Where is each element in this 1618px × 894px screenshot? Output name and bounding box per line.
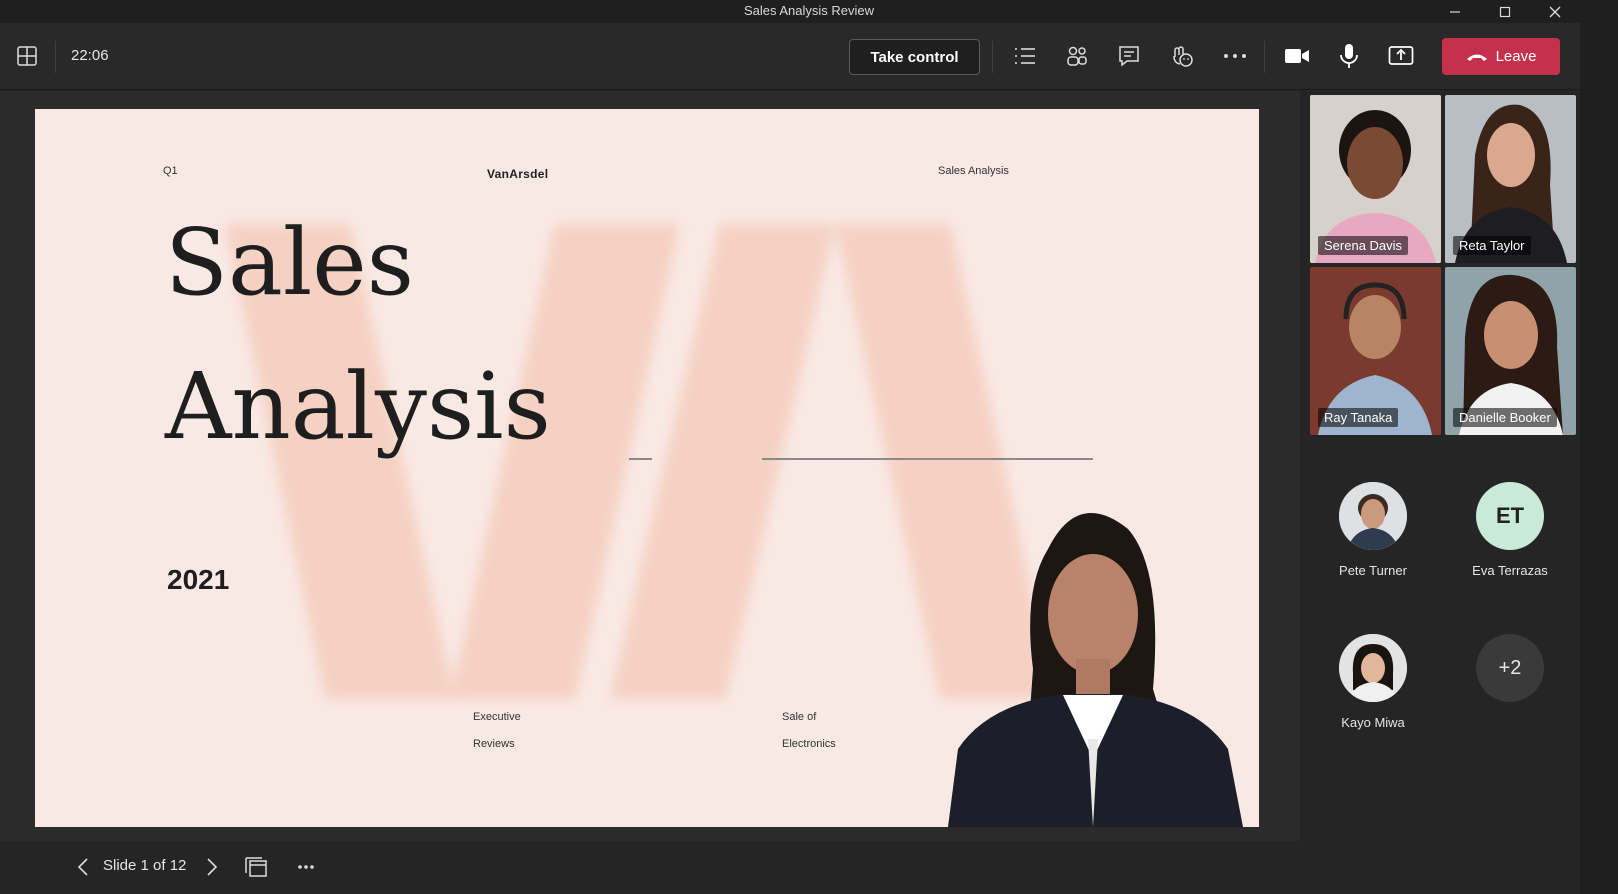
participant-avatar[interactable]: ET bbox=[1476, 482, 1544, 550]
minimize-icon bbox=[1450, 10, 1460, 13]
close-button[interactable] bbox=[1532, 0, 1578, 23]
participant-video-tile[interactable]: Reta Taylor bbox=[1445, 95, 1576, 263]
title-underline-long bbox=[762, 458, 1093, 460]
participant-video-tile[interactable]: Ray Tanaka bbox=[1310, 267, 1441, 435]
leave-button[interactable]: Leave bbox=[1442, 38, 1560, 75]
participant-avatar[interactable] bbox=[1339, 634, 1407, 702]
toolbar-divider bbox=[992, 41, 993, 73]
more-icon bbox=[1224, 54, 1246, 58]
slide-year: 2021 bbox=[167, 564, 230, 595]
previous-slide-button[interactable] bbox=[64, 849, 102, 885]
people-icon bbox=[1067, 46, 1087, 66]
slides-grid-icon bbox=[245, 857, 267, 877]
participant-name: Ray Tanaka bbox=[1318, 408, 1399, 427]
gallery-layout-button[interactable] bbox=[8, 38, 46, 74]
title-bar: Sales Analysis Review bbox=[0, 0, 1618, 23]
mic-button[interactable] bbox=[1330, 38, 1368, 74]
participant-name: Kayo Miwa bbox=[1341, 715, 1405, 730]
participant-name: Eva Terrazas bbox=[1472, 563, 1548, 578]
mic-icon bbox=[1340, 44, 1358, 68]
camera-icon bbox=[1285, 49, 1309, 63]
chat-button[interactable] bbox=[1110, 38, 1148, 74]
leave-label: Leave bbox=[1495, 48, 1537, 65]
footer-left-line2: Reviews bbox=[473, 738, 515, 750]
participant-name: Pete Turner bbox=[1339, 563, 1407, 578]
grid-icon bbox=[17, 46, 37, 66]
camera-button[interactable] bbox=[1278, 38, 1316, 74]
take-control-button[interactable]: Take control bbox=[849, 39, 980, 75]
close-icon bbox=[1549, 6, 1561, 17]
toolbar-divider bbox=[55, 41, 56, 73]
reactions-icon bbox=[1173, 46, 1193, 67]
right-edge-panel bbox=[1580, 0, 1618, 894]
overflow-count: +2 bbox=[1498, 656, 1522, 679]
meeting-timer: 22:06 bbox=[71, 47, 109, 64]
reactions-button[interactable] bbox=[1163, 38, 1201, 74]
more-participants-button[interactable]: +2 bbox=[1476, 634, 1544, 702]
list-icon bbox=[1015, 48, 1035, 64]
more-actions-button[interactable] bbox=[1216, 38, 1254, 74]
share-icon bbox=[1388, 46, 1414, 65]
participant-avatar[interactable] bbox=[1339, 482, 1407, 550]
slide-counter: Slide 1 of 12 bbox=[103, 857, 187, 874]
chat-icon bbox=[1119, 46, 1139, 67]
footer-right-line1: Sale of bbox=[782, 711, 817, 723]
avatar-photo bbox=[1339, 634, 1407, 702]
participants-rail: Serena Davis Reta Taylor Ray Tanaka Dani… bbox=[1300, 91, 1580, 894]
maximize-icon bbox=[1499, 6, 1511, 17]
meeting-toolbar: 22:06 Take control Leave bbox=[0, 23, 1580, 90]
participant-name: Reta Taylor bbox=[1453, 236, 1531, 255]
presenter-video bbox=[948, 513, 1243, 827]
participant-video-tile[interactable]: Danielle Booker bbox=[1445, 267, 1576, 435]
brand-logo: VanArsdel bbox=[487, 167, 549, 181]
footer-right-line2: Electronics bbox=[782, 738, 836, 750]
slide-title-line2: Analysis bbox=[165, 353, 551, 460]
participant-video-tile[interactable]: Serena Davis bbox=[1310, 95, 1441, 263]
avatar-photo bbox=[1339, 482, 1407, 550]
agenda-button[interactable] bbox=[1006, 38, 1044, 74]
chevron-right-icon bbox=[207, 858, 218, 876]
participant-name: Danielle Booker bbox=[1453, 408, 1557, 427]
slide-more-button[interactable] bbox=[287, 849, 325, 885]
next-slide-button[interactable] bbox=[193, 849, 231, 885]
slide-canvas: Q1 VanArsdel Sales Analysis Sales Analys… bbox=[35, 109, 1259, 827]
slide-sorter-button[interactable] bbox=[237, 849, 275, 885]
window-title: Sales Analysis Review bbox=[743, 3, 875, 18]
hang-up-icon bbox=[1466, 54, 1487, 61]
participants-button[interactable] bbox=[1058, 38, 1096, 74]
title-underline-short bbox=[629, 458, 652, 460]
toolbar-divider bbox=[1264, 41, 1265, 73]
participant-name: Serena Davis bbox=[1318, 236, 1409, 255]
slide-navigation: Slide 1 of 12 bbox=[0, 841, 1300, 894]
slide-title-line1: Sales bbox=[165, 209, 414, 316]
avatar-initials: ET bbox=[1495, 503, 1525, 528]
maximize-button[interactable] bbox=[1482, 0, 1528, 23]
footer-left-line1: Executive bbox=[473, 711, 521, 723]
more-icon bbox=[298, 865, 314, 869]
share-button[interactable] bbox=[1382, 38, 1420, 74]
chevron-left-icon bbox=[77, 858, 88, 876]
minimize-button[interactable] bbox=[1432, 0, 1478, 23]
slide-header-right: Sales Analysis bbox=[938, 165, 1009, 177]
slide-quarter: Q1 bbox=[163, 165, 178, 177]
